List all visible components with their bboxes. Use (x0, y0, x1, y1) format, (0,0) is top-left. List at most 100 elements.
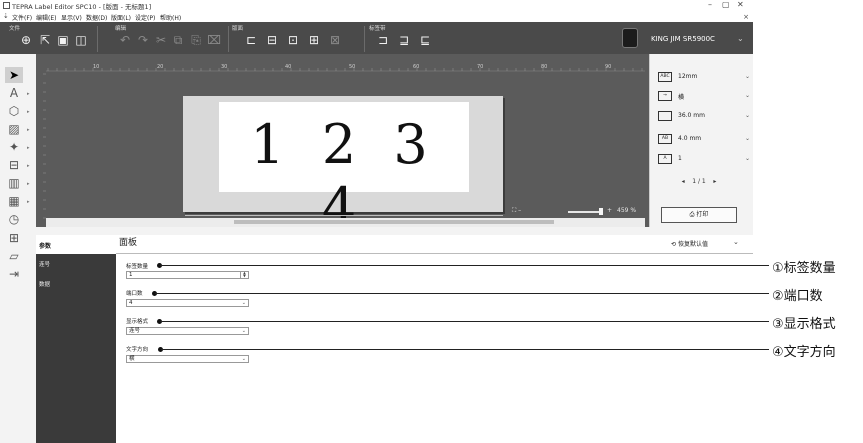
label-count-input[interactable]: 1 ▲ ▼ (126, 271, 249, 279)
horizontal-scrollbar[interactable] (46, 218, 645, 227)
ruler-label: 40 (285, 64, 291, 70)
zoom-slider-thumb[interactable] (599, 208, 603, 215)
shape-tool-icon[interactable]: ⬡ (5, 103, 23, 119)
parameter-sidebar: 连号 数据 (36, 254, 116, 443)
distribute-icon[interactable]: ⊟ (265, 33, 279, 47)
properties-panel: ABC 12mm ⌄ → 横 ⌄ 36.0 mm ⌄ AB 4.0 mm ⌄ A (649, 54, 753, 227)
printer-name[interactable]: KING JIM SR5900C (651, 35, 715, 43)
previous-page-icon[interactable]: ◂ (682, 178, 685, 185)
zoom-out-icon[interactable]: ⛶ – (512, 207, 521, 215)
paste-icon[interactable]: ⎘ (189, 33, 203, 47)
expand-arrow-icon[interactable]: ▸ (27, 91, 30, 97)
app-window: TEPRA Label Editor SPC10 - [版面 - 无标题1] –… (0, 0, 753, 443)
menu-help[interactable]: 帮助(H) (160, 13, 181, 22)
open-file-icon[interactable]: ⇱ (38, 33, 52, 47)
property-length[interactable]: 36.0 mm ⌄ (658, 110, 750, 124)
property-value: 4.0 mm (678, 135, 702, 142)
group-icon[interactable]: ⊞ (307, 33, 321, 47)
minimize-button[interactable]: – (708, 0, 712, 9)
image-tool-icon[interactable]: ▨ (5, 121, 23, 137)
copy-icon[interactable]: ⧉ (171, 33, 185, 47)
barcode-tool-icon[interactable]: ▥ (5, 175, 23, 191)
scrollbar-thumb[interactable] (234, 220, 554, 224)
menu-view[interactable]: 显示(V) (61, 13, 82, 22)
copies-icon: A (658, 154, 672, 164)
chevron-down-icon[interactable]: ⌄ (745, 73, 750, 80)
sidebar-item-serial[interactable]: 连号 (39, 260, 50, 268)
spinner-icon[interactable]: ▲ ▼ (240, 271, 248, 278)
expand-arrow-icon[interactable]: ▸ (27, 181, 30, 187)
redo-icon[interactable]: ↷ (136, 33, 150, 47)
chevron-down-icon[interactable]: ⌄ (242, 356, 246, 362)
chevron-down-icon[interactable]: ⌄ (745, 92, 750, 99)
display-format-label: 显示格式 (126, 319, 149, 325)
chevron-down-icon[interactable]: ⌄ (745, 155, 750, 162)
expand-arrow-icon[interactable]: ▸ (27, 109, 30, 115)
zoom-in-icon[interactable]: + (607, 207, 612, 214)
import-tool-icon[interactable]: ⇥ (5, 266, 23, 282)
chevron-down-icon[interactable]: ⌄ (242, 328, 246, 334)
quick-access-icon[interactable]: ⇣ (3, 12, 9, 20)
tape-cut-icon[interactable]: ⊒ (397, 33, 411, 47)
table-tool-icon[interactable]: ⊞ (5, 230, 23, 246)
zoom-slider[interactable] (568, 211, 602, 213)
library-icon[interactable]: ◫ (74, 33, 88, 47)
qr-code-tool-icon[interactable]: ▦ (5, 193, 23, 209)
frame-tool-icon[interactable]: ⊟ (5, 157, 23, 173)
property-text-direction[interactable]: → 横 ⌄ (658, 90, 750, 104)
document-close-icon[interactable]: × (743, 13, 749, 21)
tape-margin-icon[interactable]: ⊑ (418, 33, 432, 47)
pointer-tool-icon[interactable]: ➤ (5, 67, 23, 83)
ribbon-toolbar: 文件 编辑 版面 标签带 ⊕ ⇱ ▣ ◫ ↶ ↷ ✂ ⧉ ⎘ ⌧ ⊏ ⊟ ⊡ ⊞… (0, 22, 753, 54)
expand-arrow-icon[interactable]: ▸ (27, 127, 30, 133)
maximize-button[interactable]: ▢ (722, 0, 730, 9)
ruler-label: 60 (413, 64, 419, 70)
expand-arrow-icon[interactable]: ▸ (27, 145, 30, 151)
arrange-icon[interactable]: ⊡ (286, 33, 300, 47)
chevron-down-icon[interactable]: ⌄ (745, 135, 750, 142)
undo-icon[interactable]: ↶ (118, 33, 132, 47)
ribbon-group-edit: 编辑 (115, 26, 127, 32)
collapse-panel-icon[interactable]: ⌄ (733, 238, 739, 246)
align-icon[interactable]: ⊏ (244, 33, 258, 47)
menu-data[interactable]: 数据(D) (86, 13, 107, 22)
menu-file[interactable]: 文件(F) (12, 13, 32, 22)
callout-display-format: ③显示格式 (772, 317, 836, 332)
chevron-down-icon[interactable]: ⌄ (745, 112, 750, 119)
text-direction-select[interactable]: 横 ⌄ (126, 355, 249, 363)
chevron-down-icon[interactable]: ⌄ (242, 300, 246, 306)
menu-bar: ⇣ 文件(F) 编辑(E) 显示(V) 数据(D) 版面(L) 设定(P) 帮助… (0, 11, 753, 22)
port-count-select[interactable]: 4 ⌄ (126, 299, 249, 307)
ungroup-icon[interactable]: ⊠ (328, 33, 342, 47)
clipart-tool-icon[interactable]: ✦ (5, 139, 23, 155)
printer-icon (622, 28, 638, 48)
menu-layout[interactable]: 版面(L) (111, 13, 131, 22)
sidebar-item-data[interactable]: 数据 (39, 280, 50, 288)
label-count-value: 1 (129, 272, 133, 278)
property-value: 横 (678, 94, 685, 101)
date-time-tool-icon[interactable]: ◷ (5, 211, 23, 227)
expand-arrow-icon[interactable]: ▸ (27, 199, 30, 205)
property-copies[interactable]: A 1 ⌄ (658, 153, 750, 167)
property-tape-width[interactable]: ABC 12mm ⌄ (658, 71, 750, 85)
menu-settings[interactable]: 设定(P) (135, 13, 155, 22)
text-tool-icon[interactable]: A (5, 85, 23, 101)
chevron-down-icon[interactable]: ⌄ (737, 34, 744, 43)
print-button[interactable]: ⎙ 打印 (661, 207, 737, 223)
expand-arrow-icon[interactable]: ▸ (27, 163, 30, 169)
next-page-icon[interactable]: ▸ (713, 178, 716, 185)
save-icon[interactable]: ▣ (56, 33, 70, 47)
close-button[interactable]: ✕ (737, 0, 744, 9)
menu-edit[interactable]: 编辑(E) (36, 13, 56, 22)
app-icon (3, 2, 10, 9)
tape-feed-icon[interactable]: ⊐ (376, 33, 390, 47)
template-tool-icon[interactable]: ▱ (5, 248, 23, 264)
ruler-label: 50 (349, 64, 355, 70)
new-file-icon[interactable]: ⊕ (19, 33, 33, 47)
display-format-select[interactable]: 连号 ⌄ (126, 327, 249, 335)
delete-icon[interactable]: ⌧ (207, 33, 221, 47)
ruler-label: 80 (541, 64, 547, 70)
cut-icon[interactable]: ✂ (154, 33, 168, 47)
property-margin[interactable]: AB 4.0 mm ⌄ (658, 133, 750, 147)
reset-defaults-button[interactable]: ⟲ 恢复默认值 (671, 239, 708, 248)
